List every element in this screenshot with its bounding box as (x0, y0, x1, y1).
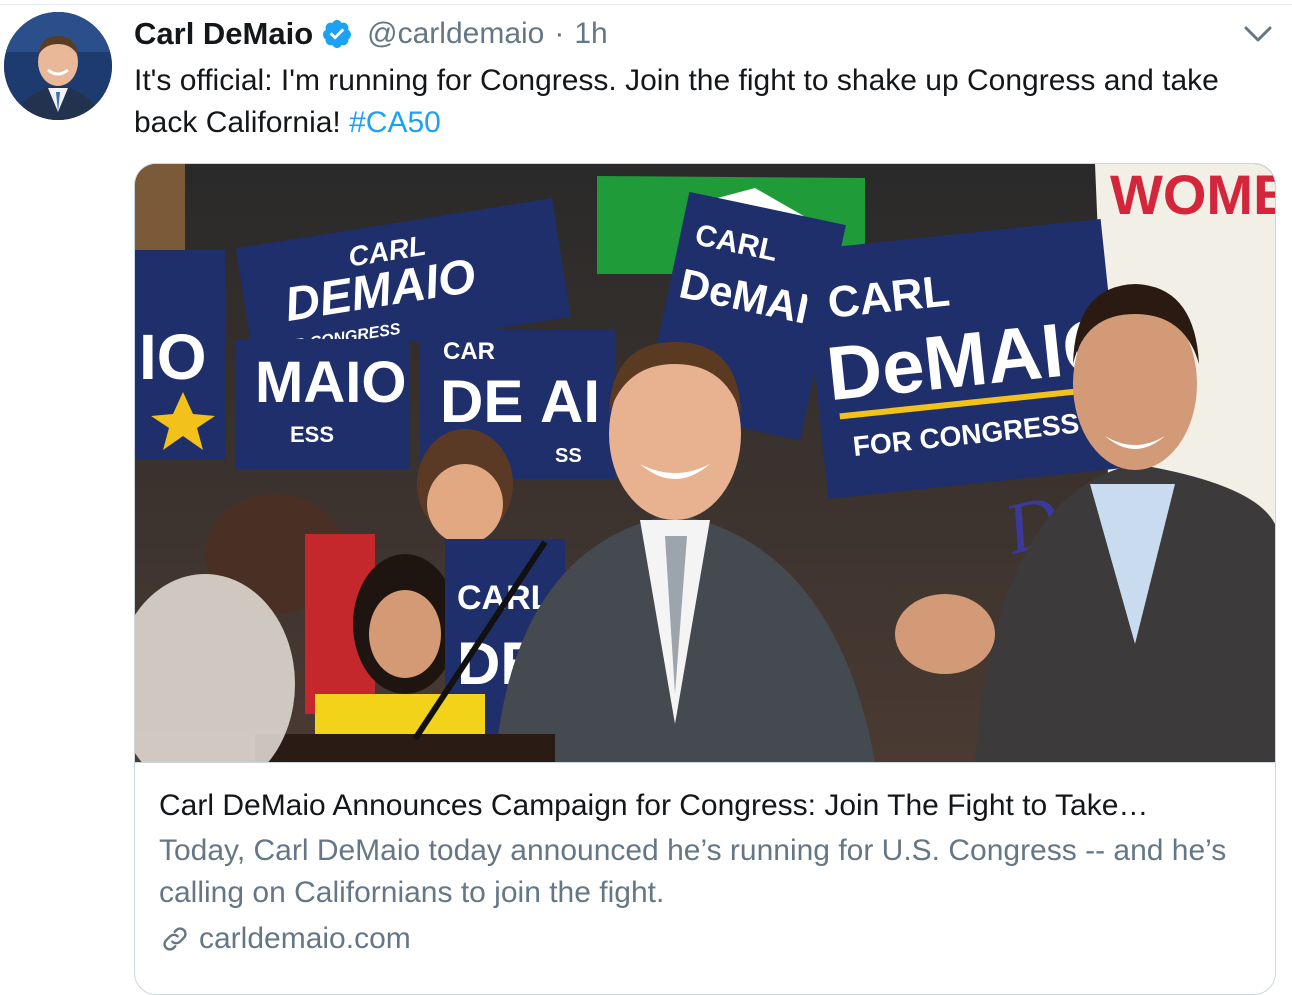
verified-badge-icon (321, 18, 353, 50)
author-handle[interactable]: @carldemaio (367, 17, 544, 51)
sign-small-4: CAR (443, 338, 495, 365)
hashtag-link[interactable]: #CA50 (349, 106, 441, 139)
author-name[interactable]: Carl DeMaio (134, 16, 313, 52)
sign-small-2: MAIO (255, 350, 406, 415)
poster-women-text: WOMEN (1110, 164, 1275, 226)
meta-separator: · (554, 17, 565, 50)
avatar-image (4, 12, 112, 120)
tweet-header: Carl DeMaio @carldemaio · 1h (134, 12, 608, 56)
sign-small-6: AI (540, 368, 600, 435)
sign-small-5: DE (440, 368, 523, 435)
tweet-text: It's official: I'm running for Congress.… (134, 60, 1254, 144)
sign-small-1: IO (139, 321, 207, 393)
avatar[interactable] (4, 12, 112, 120)
card-domain-text[interactable]: carldemaio.com (199, 918, 411, 960)
card-title[interactable]: Carl DeMaio Announces Campaign for Congr… (159, 786, 1259, 826)
rally-photo: WOMEN Dem IO CARL DEMAIO FOR CONGRESS MA… (135, 164, 1275, 794)
sign-small-3: ESS (290, 422, 334, 447)
sign-small-7: SS (555, 445, 582, 467)
tweet-timestamp[interactable]: 1h (574, 17, 607, 51)
card-domain[interactable]: carldemaio.com (159, 918, 1259, 960)
tweet-body: It's official: I'm running for Congress.… (134, 64, 1219, 139)
card-photo: WOMEN Dem IO CARL DEMAIO FOR CONGRESS MA… (135, 164, 1275, 794)
chevron-down-icon[interactable] (1240, 20, 1276, 48)
card-body: Carl DeMaio Announces Campaign for Congr… (159, 786, 1259, 960)
link-card[interactable]: WOMEN Dem IO CARL DEMAIO FOR CONGRESS MA… (134, 163, 1276, 995)
card-description: Today, Carl DeMaio today announced he’s … (159, 834, 1227, 909)
link-icon (159, 923, 191, 955)
timeline-divider (0, 4, 1292, 5)
